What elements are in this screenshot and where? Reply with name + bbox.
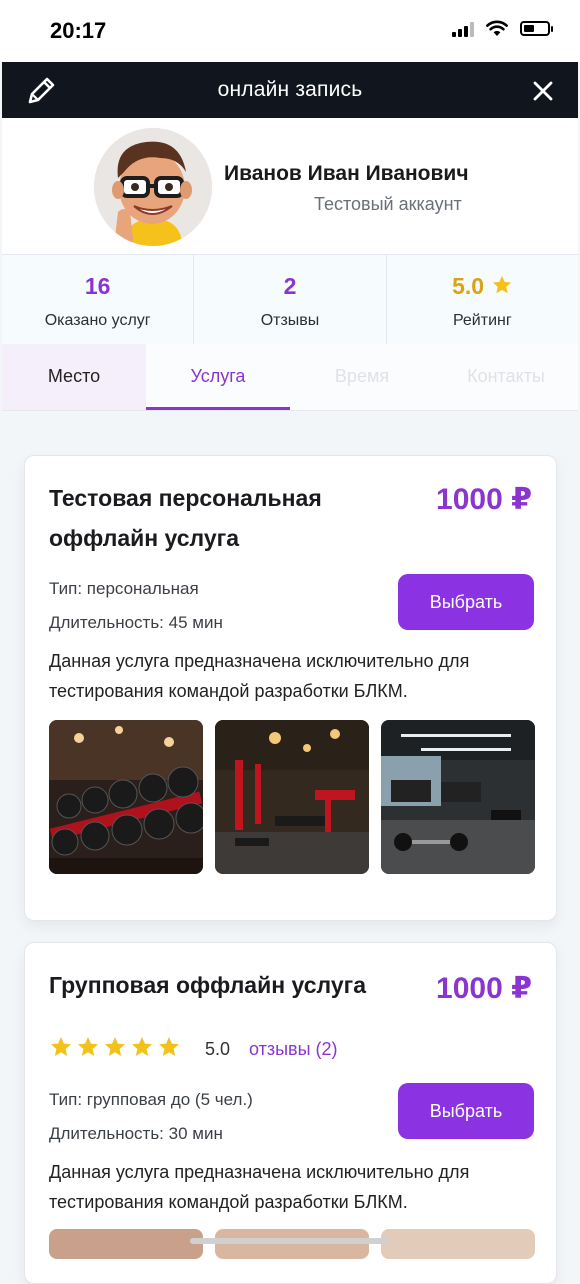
star-icon: [105, 1037, 125, 1056]
service-type: Тип: персональная: [49, 579, 199, 598]
tab-time[interactable]: Время: [290, 344, 434, 410]
star-icon: [492, 275, 511, 294]
service-price: 1000 ₽: [436, 483, 532, 516]
service-card: Групповая оффлайн услуга 1000 ₽ 5.0 отзы…: [24, 942, 557, 1284]
avatar: [94, 128, 212, 246]
home-indicator: [190, 1238, 390, 1244]
service-description: Данная услуга предназначена исключительн…: [49, 1162, 470, 1212]
header-title: онлайн запись: [217, 78, 363, 101]
star-icon: [132, 1037, 152, 1056]
status-icons: [452, 20, 553, 37]
status-bar: 20:17: [0, 0, 580, 62]
close-icon[interactable]: [526, 74, 560, 108]
stat-value-rating: 5.0: [387, 273, 578, 300]
service-title: Групповая оффлайн услуга: [49, 972, 367, 998]
service-photos: [49, 720, 535, 874]
stat-rating: 5.0 Рейтинг: [385, 255, 578, 345]
stat-label: Оказано услуг: [44, 312, 151, 329]
star-icon: [78, 1037, 98, 1056]
rating-value: 5.0: [452, 273, 485, 299]
profile-subtitle: Тестовый аккаунт: [314, 194, 462, 214]
stat-reviews: 2 Отзывы: [193, 255, 385, 345]
service-price: 1000 ₽: [436, 972, 532, 1005]
choose-button[interactable]: Выбрать: [398, 1083, 534, 1139]
service-title: Тестовая персональная оффлайн услуга: [49, 485, 322, 551]
star-icon: [159, 1037, 179, 1056]
stats-bar: 16 Оказано услуг 2 Отзывы 5.0 Рейтинг: [2, 254, 578, 346]
reviews-link[interactable]: отзывы (2): [249, 1039, 338, 1060]
profile-section: Иванов Иван Иванович Тестовый аккаунт: [2, 118, 578, 254]
pencil-icon[interactable]: [24, 74, 58, 108]
stat-label: Отзывы: [260, 312, 320, 329]
gym-photo-dumbbells[interactable]: [49, 720, 203, 874]
star-icon: [51, 1037, 71, 1056]
stat-value: 16: [84, 273, 111, 299]
service-card: Тестовая персональная оффлайн услуга 100…: [24, 455, 557, 921]
cellular-signal-icon: [452, 21, 474, 37]
booking-steps-tabs: Место Услуга Время Контакты: [2, 344, 578, 411]
gym-photo-hall[interactable]: [215, 720, 369, 874]
profile-name: Иванов Иван Иванович: [224, 162, 469, 185]
tab-contacts[interactable]: Контакты: [434, 344, 578, 410]
rating-stars: [49, 1035, 181, 1059]
service-duration: Длительность: 30 мин: [49, 1124, 223, 1143]
service-duration: Длительность: 45 мин: [49, 613, 223, 632]
gym-photo-cardio[interactable]: [381, 720, 535, 874]
service-description: Данная услуга предназначена исключительн…: [49, 651, 470, 701]
app-header: онлайн запись: [2, 62, 578, 118]
stat-label: Рейтинг: [452, 312, 512, 329]
rating-value: 5.0: [205, 1039, 231, 1059]
tab-place[interactable]: Место: [2, 344, 146, 410]
stat-services: 16 Оказано услуг: [2, 255, 193, 345]
service-type: Тип: групповая до (5 чел.): [49, 1090, 253, 1109]
wifi-icon: [486, 20, 508, 36]
status-time: 20:17: [50, 18, 107, 43]
tab-service[interactable]: Услуга: [146, 344, 290, 410]
battery-icon: [520, 21, 553, 36]
choose-button[interactable]: Выбрать: [398, 574, 534, 630]
stat-value: 2: [283, 273, 297, 299]
